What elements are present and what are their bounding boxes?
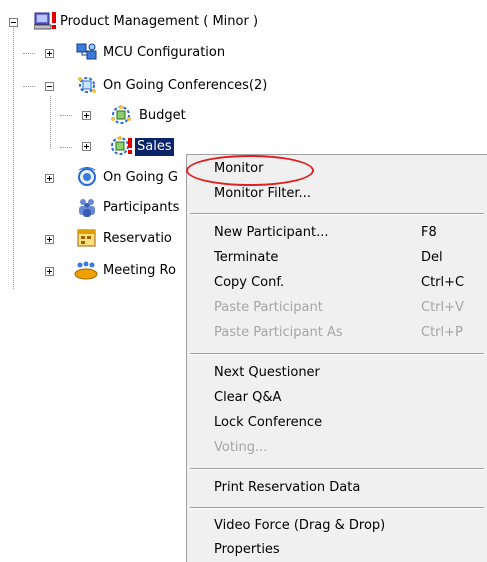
menu-item-print-reservation-data[interactable]: Print Reservation Data (187, 478, 487, 500)
menu-item-label: Voting... (214, 440, 268, 455)
tree-item-label: Budget (139, 108, 186, 123)
network-config-icon (76, 42, 98, 62)
menu-item-shortcut: Ctrl+P (421, 325, 463, 340)
collapse-toggle[interactable] (9, 18, 18, 27)
tree-item-label: Sales (135, 138, 174, 156)
highlight-circle (186, 155, 314, 186)
menu-item-shortcut: F8 (421, 225, 437, 240)
menu-item-monitor-filter[interactable]: Monitor Filter... (187, 184, 487, 206)
menu-item-shortcut: Ctrl+V (421, 300, 464, 315)
menu-item-label: Video Force (Drag & Drop) (214, 518, 386, 533)
menu-item-paste-participant: Paste Participant Ctrl+V (187, 298, 487, 320)
tree-item-participants[interactable]: Participants (0, 197, 186, 219)
participants-icon (76, 197, 98, 217)
meeting-room-icon (74, 260, 98, 280)
tree-item-mcu-configuration[interactable]: MCU Configuration (0, 42, 300, 64)
conference-group-icon (76, 75, 98, 95)
tree-item-ongoing-g[interactable]: On Going G (0, 167, 186, 189)
menu-separator (190, 353, 484, 355)
ongoing-gateway-icon (76, 167, 98, 187)
menu-separator (190, 213, 484, 215)
expand-toggle[interactable] (45, 174, 54, 183)
tree-item-meeting-rooms[interactable]: Meeting Ro (0, 260, 186, 282)
menu-item-label: Next Questioner (214, 365, 320, 380)
menu-item-label: Monitor Filter... (214, 186, 311, 201)
conference-icon (110, 105, 132, 125)
menu-item-label: Print Reservation Data (214, 480, 361, 495)
tree-root-label: Product Management ( Minor ) (60, 14, 259, 29)
tree-item-reservations[interactable]: Reservatio (0, 228, 186, 250)
expand-toggle[interactable] (45, 235, 54, 244)
menu-item-lock-conference[interactable]: Lock Conference (187, 413, 487, 435)
menu-item-copy-conf[interactable]: Copy Conf. Ctrl+C (187, 273, 487, 295)
menu-item-new-participant[interactable]: New Participant... F8 (187, 223, 487, 245)
menu-item-paste-participant-as: Paste Participant As Ctrl+P (187, 323, 487, 345)
expand-toggle[interactable] (45, 49, 54, 58)
menu-item-video-force[interactable]: Video Force (Drag & Drop) (187, 516, 487, 538)
reservation-calendar-icon (76, 228, 98, 248)
tree-item-label: On Going G (103, 170, 178, 185)
collapse-toggle[interactable] (45, 82, 54, 91)
menu-item-properties[interactable]: Properties (187, 540, 487, 562)
tree-item-label: MCU Configuration (103, 45, 226, 60)
tree-item-label: Participants (103, 200, 180, 215)
tree-root[interactable]: Product Management ( Minor ) (0, 11, 340, 33)
context-menu: Monitor Monitor Filter... New Participan… (186, 154, 487, 562)
tree-item-label: Reservatio (103, 231, 172, 246)
menu-item-next-questioner[interactable]: Next Questioner (187, 363, 487, 385)
menu-separator (190, 507, 484, 509)
menu-item-label: Terminate (214, 250, 279, 265)
menu-item-clear-qa[interactable]: Clear Q&A (187, 388, 487, 410)
menu-item-label: Clear Q&A (214, 390, 282, 405)
menu-item-shortcut: Ctrl+C (421, 275, 465, 290)
menu-item-shortcut: Del (421, 250, 443, 265)
server-warning-icon (33, 11, 56, 31)
conference-alert-icon (110, 136, 132, 156)
expand-toggle[interactable] (82, 111, 91, 120)
menu-item-label: Properties (214, 542, 280, 557)
menu-item-voting: Voting... (187, 438, 487, 460)
tree-item-label: Meeting Ro (103, 263, 176, 278)
menu-item-label: Paste Participant As (214, 325, 343, 340)
expand-toggle[interactable] (82, 142, 91, 151)
menu-item-label: Paste Participant (214, 300, 323, 315)
menu-separator (190, 468, 484, 470)
expand-toggle[interactable] (45, 267, 54, 276)
tree-item-budget[interactable]: Budget (0, 105, 240, 127)
menu-item-label: Copy Conf. (214, 275, 285, 290)
menu-item-label: New Participant... (214, 225, 329, 240)
tree-item-ongoing-conferences[interactable]: On Going Conferences(2) (0, 75, 320, 97)
menu-item-label: Lock Conference (214, 415, 323, 430)
tree-item-label: On Going Conferences(2) (103, 78, 268, 93)
menu-item-terminate[interactable]: Terminate Del (187, 248, 487, 270)
